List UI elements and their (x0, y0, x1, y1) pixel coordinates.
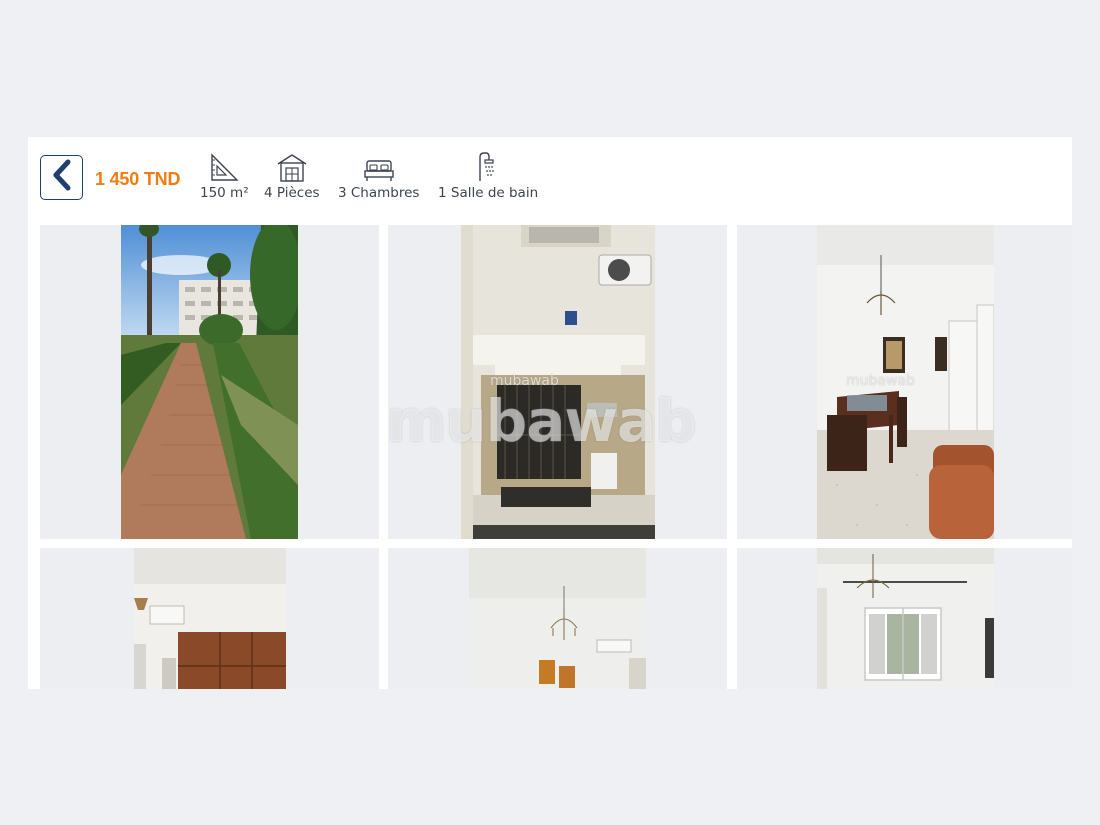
feature-area-label: 150 m² (200, 185, 249, 201)
feature-bathrooms: 1 Salle de bain (438, 152, 539, 201)
photo-tile[interactable] (40, 548, 379, 689)
photo-wardrobe-room (134, 548, 286, 689)
photo-garden-path (121, 225, 298, 539)
bed-icon (363, 153, 395, 183)
watermark-small-text: mubawab (490, 373, 559, 389)
photo-living-room-chandelier (469, 548, 646, 689)
photo-tile[interactable] (388, 548, 727, 689)
feature-bedrooms-label: 3 Chambres (338, 185, 420, 201)
back-button[interactable] (40, 155, 83, 200)
listing-card: 1 450 TND 150 m² 4 Pièces 3 Chambres 1 S… (28, 137, 1072, 689)
chevron-left-icon (51, 159, 73, 196)
photo-room-window (817, 548, 994, 689)
shower-icon (475, 152, 501, 183)
photo-tile[interactable] (737, 548, 1072, 689)
watermark-small-text: mubawab (846, 373, 915, 389)
feature-bathrooms-label: 1 Salle de bain (438, 185, 539, 201)
feature-area: 150 m² (200, 153, 249, 201)
set-square-icon (209, 153, 240, 183)
house-icon (276, 153, 308, 183)
feature-rooms: 4 Pièces (264, 153, 320, 201)
listing-price: 1 450 TND (95, 169, 181, 189)
feature-bedrooms: 3 Chambres (338, 153, 419, 201)
photo-tile[interactable] (40, 225, 379, 539)
listing-header: 1 450 TND 150 m² 4 Pièces 3 Chambres 1 S… (28, 137, 1072, 225)
feature-rooms-label: 4 Pièces (264, 185, 320, 201)
